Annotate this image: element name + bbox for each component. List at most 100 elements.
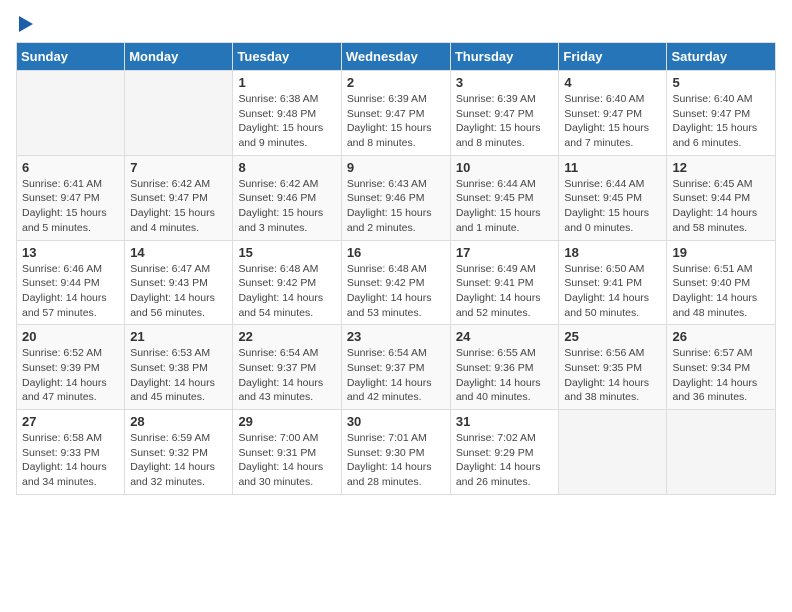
day-number: 10 <box>456 160 554 175</box>
sunrise-text: Sunrise: 6:42 AM <box>238 178 318 190</box>
day-number: 31 <box>456 414 554 429</box>
calendar-cell <box>559 410 667 495</box>
daylight-text: Daylight: 15 hours and 4 minutes. <box>130 207 215 234</box>
sunset-text: Sunset: 9:47 PM <box>130 192 208 204</box>
day-info: Sunrise: 6:42 AM Sunset: 9:47 PM Dayligh… <box>130 177 227 236</box>
sunset-text: Sunset: 9:36 PM <box>456 362 534 374</box>
sunset-text: Sunset: 9:33 PM <box>22 447 100 459</box>
daylight-text: Daylight: 15 hours and 8 minutes. <box>456 122 541 149</box>
sunrise-text: Sunrise: 6:54 AM <box>238 347 318 359</box>
day-info: Sunrise: 6:55 AM Sunset: 9:36 PM Dayligh… <box>456 346 554 405</box>
calendar-cell: 1 Sunrise: 6:38 AM Sunset: 9:48 PM Dayli… <box>233 71 341 156</box>
day-info: Sunrise: 7:00 AM Sunset: 9:31 PM Dayligh… <box>238 431 335 490</box>
calendar-header-monday: Monday <box>125 43 233 71</box>
sunrise-text: Sunrise: 6:52 AM <box>22 347 102 359</box>
day-info: Sunrise: 6:39 AM Sunset: 9:47 PM Dayligh… <box>347 92 445 151</box>
day-info: Sunrise: 6:54 AM Sunset: 9:37 PM Dayligh… <box>238 346 335 405</box>
daylight-text: Daylight: 14 hours and 34 minutes. <box>22 461 107 488</box>
daylight-text: Daylight: 14 hours and 57 minutes. <box>22 292 107 319</box>
sunrise-text: Sunrise: 6:46 AM <box>22 263 102 275</box>
sunrise-text: Sunrise: 6:45 AM <box>672 178 752 190</box>
calendar-cell: 11 Sunrise: 6:44 AM Sunset: 9:45 PM Dayl… <box>559 155 667 240</box>
daylight-text: Daylight: 14 hours and 47 minutes. <box>22 377 107 404</box>
day-info: Sunrise: 6:42 AM Sunset: 9:46 PM Dayligh… <box>238 177 335 236</box>
sunrise-text: Sunrise: 6:42 AM <box>130 178 210 190</box>
sunrise-text: Sunrise: 6:48 AM <box>347 263 427 275</box>
day-info: Sunrise: 6:43 AM Sunset: 9:46 PM Dayligh… <box>347 177 445 236</box>
calendar-week-row: 13 Sunrise: 6:46 AM Sunset: 9:44 PM Dayl… <box>17 240 776 325</box>
day-number: 29 <box>238 414 335 429</box>
logo <box>16 16 33 32</box>
day-number: 28 <box>130 414 227 429</box>
daylight-text: Daylight: 14 hours and 56 minutes. <box>130 292 215 319</box>
sunrise-text: Sunrise: 6:57 AM <box>672 347 752 359</box>
calendar-cell: 8 Sunrise: 6:42 AM Sunset: 9:46 PM Dayli… <box>233 155 341 240</box>
day-number: 19 <box>672 245 770 260</box>
sunrise-text: Sunrise: 6:38 AM <box>238 93 318 105</box>
daylight-text: Daylight: 15 hours and 5 minutes. <box>22 207 107 234</box>
day-info: Sunrise: 6:53 AM Sunset: 9:38 PM Dayligh… <box>130 346 227 405</box>
daylight-text: Daylight: 14 hours and 42 minutes. <box>347 377 432 404</box>
day-number: 16 <box>347 245 445 260</box>
calendar-header-sunday: Sunday <box>17 43 125 71</box>
sunrise-text: Sunrise: 6:59 AM <box>130 432 210 444</box>
day-info: Sunrise: 6:49 AM Sunset: 9:41 PM Dayligh… <box>456 262 554 321</box>
sunrise-text: Sunrise: 6:43 AM <box>347 178 427 190</box>
day-number: 11 <box>564 160 661 175</box>
day-info: Sunrise: 6:40 AM Sunset: 9:47 PM Dayligh… <box>564 92 661 151</box>
day-info: Sunrise: 6:46 AM Sunset: 9:44 PM Dayligh… <box>22 262 119 321</box>
sunrise-text: Sunrise: 6:54 AM <box>347 347 427 359</box>
day-number: 12 <box>672 160 770 175</box>
sunrise-text: Sunrise: 6:55 AM <box>456 347 536 359</box>
day-info: Sunrise: 6:38 AM Sunset: 9:48 PM Dayligh… <box>238 92 335 151</box>
calendar-header-thursday: Thursday <box>450 43 559 71</box>
sunset-text: Sunset: 9:46 PM <box>238 192 316 204</box>
calendar-cell: 2 Sunrise: 6:39 AM Sunset: 9:47 PM Dayli… <box>341 71 450 156</box>
sunset-text: Sunset: 9:32 PM <box>130 447 208 459</box>
calendar-cell: 28 Sunrise: 6:59 AM Sunset: 9:32 PM Dayl… <box>125 410 233 495</box>
daylight-text: Daylight: 15 hours and 1 minute. <box>456 207 541 234</box>
calendar-cell: 30 Sunrise: 7:01 AM Sunset: 9:30 PM Dayl… <box>341 410 450 495</box>
calendar-header-wednesday: Wednesday <box>341 43 450 71</box>
day-info: Sunrise: 6:47 AM Sunset: 9:43 PM Dayligh… <box>130 262 227 321</box>
sunrise-text: Sunrise: 6:53 AM <box>130 347 210 359</box>
sunset-text: Sunset: 9:34 PM <box>672 362 750 374</box>
calendar-cell: 3 Sunrise: 6:39 AM Sunset: 9:47 PM Dayli… <box>450 71 559 156</box>
day-number: 18 <box>564 245 661 260</box>
sunrise-text: Sunrise: 6:39 AM <box>347 93 427 105</box>
day-number: 22 <box>238 329 335 344</box>
daylight-text: Daylight: 14 hours and 36 minutes. <box>672 377 757 404</box>
day-number: 30 <box>347 414 445 429</box>
sunset-text: Sunset: 9:42 PM <box>238 277 316 289</box>
day-number: 5 <box>672 75 770 90</box>
calendar-week-row: 6 Sunrise: 6:41 AM Sunset: 9:47 PM Dayli… <box>17 155 776 240</box>
day-number: 20 <box>22 329 119 344</box>
sunset-text: Sunset: 9:46 PM <box>347 192 425 204</box>
sunset-text: Sunset: 9:45 PM <box>456 192 534 204</box>
daylight-text: Daylight: 15 hours and 0 minutes. <box>564 207 649 234</box>
daylight-text: Daylight: 15 hours and 2 minutes. <box>347 207 432 234</box>
calendar-cell <box>667 410 776 495</box>
daylight-text: Daylight: 14 hours and 58 minutes. <box>672 207 757 234</box>
daylight-text: Daylight: 14 hours and 26 minutes. <box>456 461 541 488</box>
sunset-text: Sunset: 9:43 PM <box>130 277 208 289</box>
day-number: 17 <box>456 245 554 260</box>
page-header <box>16 16 776 32</box>
day-number: 9 <box>347 160 445 175</box>
sunrise-text: Sunrise: 7:00 AM <box>238 432 318 444</box>
sunset-text: Sunset: 9:41 PM <box>456 277 534 289</box>
calendar-cell: 26 Sunrise: 6:57 AM Sunset: 9:34 PM Dayl… <box>667 325 776 410</box>
day-info: Sunrise: 6:45 AM Sunset: 9:44 PM Dayligh… <box>672 177 770 236</box>
calendar-cell: 22 Sunrise: 6:54 AM Sunset: 9:37 PM Dayl… <box>233 325 341 410</box>
calendar-header-row: SundayMondayTuesdayWednesdayThursdayFrid… <box>17 43 776 71</box>
calendar-cell: 20 Sunrise: 6:52 AM Sunset: 9:39 PM Dayl… <box>17 325 125 410</box>
calendar-cell: 25 Sunrise: 6:56 AM Sunset: 9:35 PM Dayl… <box>559 325 667 410</box>
calendar-cell: 15 Sunrise: 6:48 AM Sunset: 9:42 PM Dayl… <box>233 240 341 325</box>
day-number: 27 <box>22 414 119 429</box>
calendar-cell: 4 Sunrise: 6:40 AM Sunset: 9:47 PM Dayli… <box>559 71 667 156</box>
daylight-text: Daylight: 14 hours and 52 minutes. <box>456 292 541 319</box>
day-number: 23 <box>347 329 445 344</box>
calendar-header-friday: Friday <box>559 43 667 71</box>
daylight-text: Daylight: 14 hours and 53 minutes. <box>347 292 432 319</box>
sunset-text: Sunset: 9:29 PM <box>456 447 534 459</box>
